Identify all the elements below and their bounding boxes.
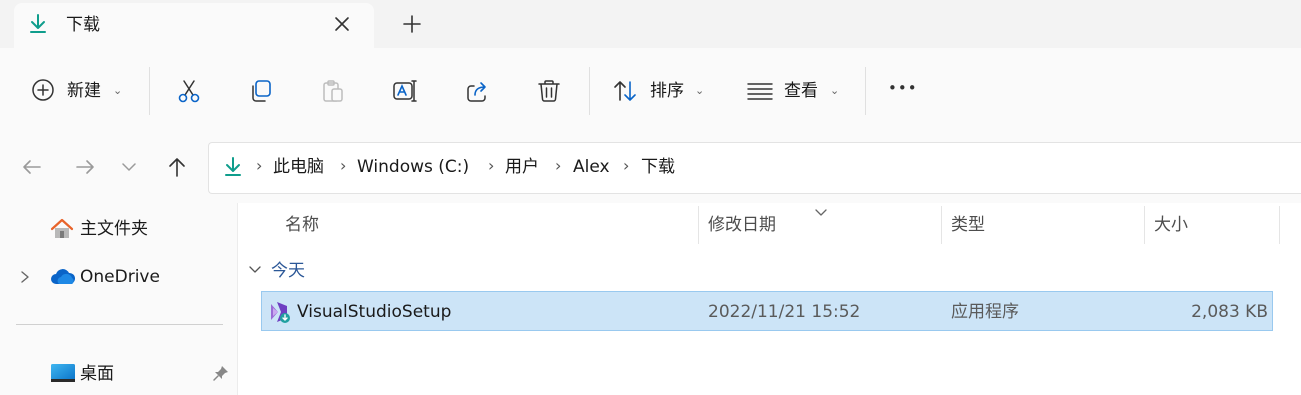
chevron-right-icon[interactable] xyxy=(18,266,32,288)
sort-label: 排序 xyxy=(650,81,684,101)
toolbar-divider xyxy=(149,67,150,115)
chevron-down-icon[interactable] xyxy=(120,158,138,176)
rename-icon[interactable] xyxy=(392,78,418,104)
column-header-type[interactable]: 类型 xyxy=(951,214,985,236)
group-header-today[interactable]: 今天 xyxy=(271,260,305,282)
group-collapse-chevron-icon[interactable] xyxy=(247,262,263,278)
breadcrumb-item[interactable]: Windows (C:) xyxy=(357,156,469,178)
column-divider[interactable] xyxy=(1144,206,1145,244)
column-divider[interactable] xyxy=(698,206,699,244)
back-arrow-icon[interactable] xyxy=(20,155,44,179)
visual-studio-installer-icon xyxy=(267,300,291,324)
chevron-down-icon: ⌄ xyxy=(113,84,123,97)
breadcrumb-separator-icon: › xyxy=(256,156,263,175)
cloud-icon xyxy=(50,266,76,288)
breadcrumb-separator-icon: › xyxy=(555,156,562,175)
breadcrumb-separator-icon: › xyxy=(340,156,347,175)
sort-chevron-icon xyxy=(813,203,829,216)
breadcrumb-item[interactable]: 此电脑 xyxy=(273,156,324,178)
toolbar-divider xyxy=(589,67,590,115)
share-icon[interactable] xyxy=(464,78,490,104)
file-name[interactable]: VisualStudioSetup xyxy=(297,301,451,323)
list-view-icon xyxy=(747,80,773,102)
sidebar-item-label: 桌面 xyxy=(80,364,114,384)
delete-icon[interactable] xyxy=(536,78,562,104)
column-header-name[interactable]: 名称 xyxy=(285,214,319,236)
add-circle-icon xyxy=(31,78,55,102)
desktop-icon xyxy=(50,363,76,383)
download-icon xyxy=(26,12,50,36)
breadcrumb-item[interactable]: 下载 xyxy=(641,156,675,178)
column-divider[interactable] xyxy=(1279,206,1280,244)
up-arrow-icon[interactable] xyxy=(165,155,189,179)
pin-icon[interactable] xyxy=(212,364,230,382)
column-header-size[interactable]: 大小 xyxy=(1154,214,1188,236)
copy-icon[interactable] xyxy=(248,78,274,104)
paste-icon[interactable] xyxy=(320,78,346,104)
file-size: 2,083 KB xyxy=(1191,302,1268,322)
new-label: 新建 xyxy=(67,81,101,101)
more-options-icon[interactable]: ••• xyxy=(888,79,918,97)
sidebar-item-label: OneDrive xyxy=(80,267,160,287)
download-icon xyxy=(221,155,245,179)
sidebar-item-label: 主文件夹 xyxy=(80,219,148,239)
file-type: 应用程序 xyxy=(951,302,1019,322)
column-header-date[interactable]: 修改日期 xyxy=(708,214,776,236)
sidebar-divider xyxy=(16,324,223,325)
close-icon[interactable] xyxy=(330,12,354,36)
file-modified: 2022/11/21 15:52 xyxy=(708,302,861,322)
breadcrumb-separator-icon: › xyxy=(623,156,630,175)
breadcrumb-separator-icon: › xyxy=(488,156,495,175)
sort-icon xyxy=(612,78,638,104)
forward-arrow-icon[interactable] xyxy=(73,155,97,179)
breadcrumb-item[interactable]: Alex xyxy=(573,156,610,178)
home-icon xyxy=(50,217,74,241)
view-label: 查看 xyxy=(784,81,818,101)
cut-icon[interactable] xyxy=(176,78,202,104)
toolbar-divider xyxy=(865,67,866,115)
new-tab-button[interactable] xyxy=(400,12,424,36)
column-divider[interactable] xyxy=(941,206,942,244)
chevron-down-icon: ⌄ xyxy=(695,84,705,97)
tab-title: 下载 xyxy=(66,15,100,35)
breadcrumb-item[interactable]: 用户 xyxy=(505,156,539,178)
chevron-down-icon: ⌄ xyxy=(830,84,840,97)
